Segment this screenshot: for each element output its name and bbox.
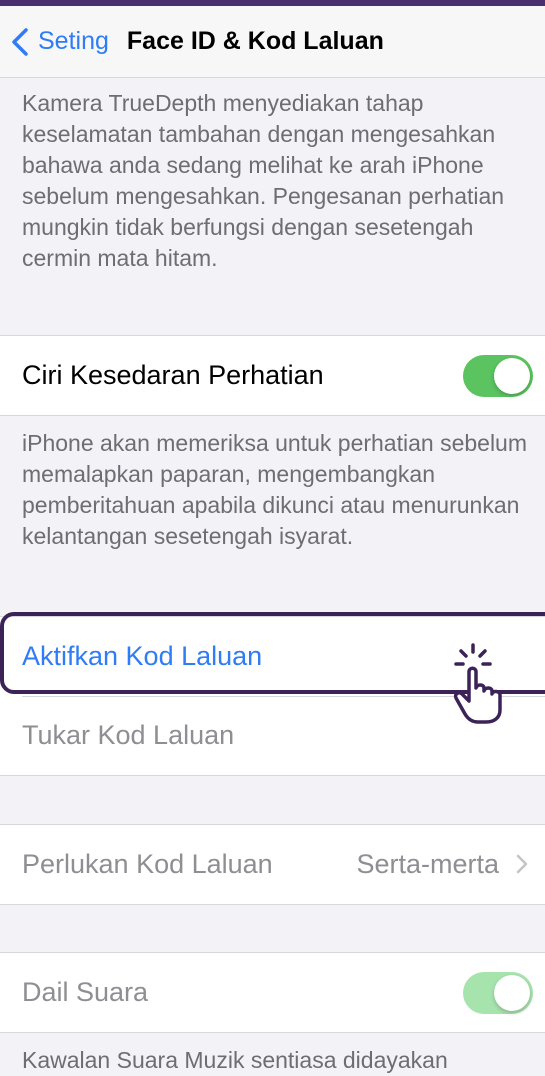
navigation-bar: Seting Face ID & Kod Laluan bbox=[0, 6, 545, 78]
voice-dial-label: Dail Suara bbox=[22, 977, 149, 1007]
require-passcode-row: Perlukan Kod Laluan Serta-merta bbox=[0, 825, 545, 904]
chevron-left-icon bbox=[12, 27, 28, 56]
voice-dial-toggle bbox=[463, 971, 533, 1014]
attention-group: Ciri Kesedaran Perhatian bbox=[0, 335, 545, 416]
change-passcode-label: Tukar Kod Laluan bbox=[22, 720, 235, 750]
toggle-knob bbox=[494, 974, 530, 1011]
pointing-hand-icon bbox=[453, 643, 502, 724]
chevron-right-icon bbox=[516, 854, 528, 874]
attention-aware-row: Ciri Kesedaran Perhatian bbox=[0, 336, 545, 415]
attention-aware-label: Ciri Kesedaran Perhatian bbox=[22, 360, 324, 390]
toggle-knob bbox=[494, 357, 530, 394]
back-button-label: Seting bbox=[38, 27, 109, 55]
require-passcode-value: Serta-merta bbox=[356, 849, 499, 879]
back-button[interactable]: Seting bbox=[10, 27, 109, 57]
turn-on-passcode-label: Aktifkan Kod Laluan bbox=[22, 641, 263, 671]
require-passcode-group: Perlukan Kod Laluan Serta-merta bbox=[0, 824, 545, 905]
voice-dial-footer: Kawalan Suara Muzik sentiasa didayakan bbox=[22, 1047, 448, 1073]
truedepth-footer: Kamera TrueDepth menyediakan tahap kesel… bbox=[22, 90, 505, 271]
voice-dial-row: Dail Suara bbox=[0, 953, 545, 1032]
require-passcode-label: Perlukan Kod Laluan bbox=[22, 849, 273, 879]
attention-footer: iPhone akan memeriksa untuk perhatian se… bbox=[22, 430, 528, 549]
voice-dial-group: Dail Suara bbox=[0, 952, 545, 1033]
attention-aware-toggle[interactable] bbox=[463, 354, 533, 397]
page-title: Face ID & Kod Laluan bbox=[126, 27, 384, 55]
